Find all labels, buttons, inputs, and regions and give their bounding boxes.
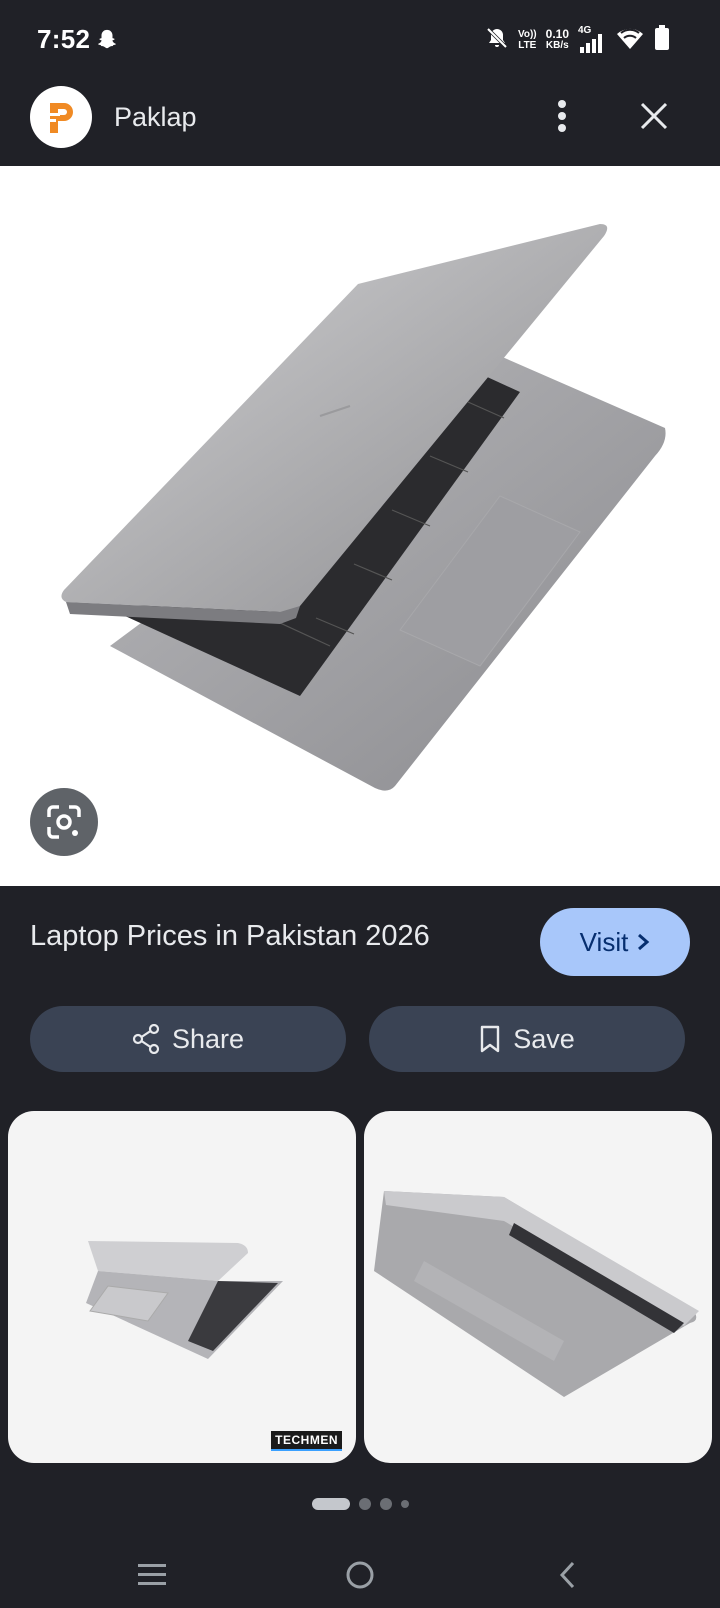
result-title[interactable]: Laptop Prices in Pakistan 2026 — [30, 920, 430, 953]
laptop-image — [61, 224, 666, 791]
close-icon — [640, 102, 668, 130]
chevron-right-icon — [638, 933, 650, 951]
carousel-dot — [359, 1498, 371, 1510]
laptop-thumbnail — [374, 1191, 699, 1397]
more-options-button[interactable] — [542, 94, 582, 138]
status-bar: 7:52 Vo)) LTE 0.10 KB/s 4G — [0, 0, 720, 82]
home-button[interactable] — [330, 1550, 390, 1600]
related-image-card[interactable] — [364, 1111, 712, 1463]
visit-label: Visit — [579, 926, 629, 957]
google-lens-button[interactable] — [30, 788, 98, 856]
recents-icon — [138, 1564, 166, 1585]
save-label: Save — [513, 1023, 575, 1054]
home-icon — [346, 1561, 374, 1589]
lens-icon — [47, 805, 81, 839]
mute-bell-icon — [485, 26, 509, 55]
viewer-header: Paklap — [0, 82, 720, 166]
status-time: 7:52 — [37, 24, 91, 54]
share-button[interactable]: Share — [30, 1006, 346, 1072]
volte-indicator: Vo)) LTE — [517, 29, 537, 51]
carousel-dot — [401, 1500, 409, 1508]
recents-button[interactable] — [122, 1550, 182, 1600]
close-button[interactable] — [632, 94, 676, 138]
techmen-watermark: TECHMEN — [271, 1431, 342, 1451]
back-button[interactable] — [538, 1550, 598, 1600]
preview-image[interactable] — [0, 166, 720, 886]
system-nav-bar — [0, 1540, 720, 1608]
wifi-icon — [615, 25, 645, 56]
save-button[interactable]: Save — [369, 1006, 685, 1072]
site-logo[interactable] — [30, 86, 92, 148]
back-icon — [559, 1561, 575, 1589]
share-icon — [132, 1024, 160, 1054]
more-vert-icon — [558, 100, 566, 132]
carousel-indicator — [312, 1498, 409, 1510]
share-label: Share — [171, 1023, 245, 1054]
laptop-thumbnail — [86, 1241, 283, 1359]
battery-icon — [654, 24, 670, 56]
related-image-card[interactable]: TECHMEN — [8, 1111, 356, 1463]
related-caption-cut — [14, 1474, 344, 1482]
carousel-dot — [380, 1498, 392, 1510]
bookmark-icon — [481, 1025, 500, 1053]
visit-button[interactable]: Visit — [540, 908, 690, 976]
snapchat-icon — [96, 28, 118, 55]
signal-icon: 4G — [578, 25, 606, 55]
carousel-dot-active — [312, 1498, 350, 1510]
network-speed: 0.10 KB/s — [545, 27, 569, 51]
site-name[interactable]: Paklap — [114, 102, 197, 133]
